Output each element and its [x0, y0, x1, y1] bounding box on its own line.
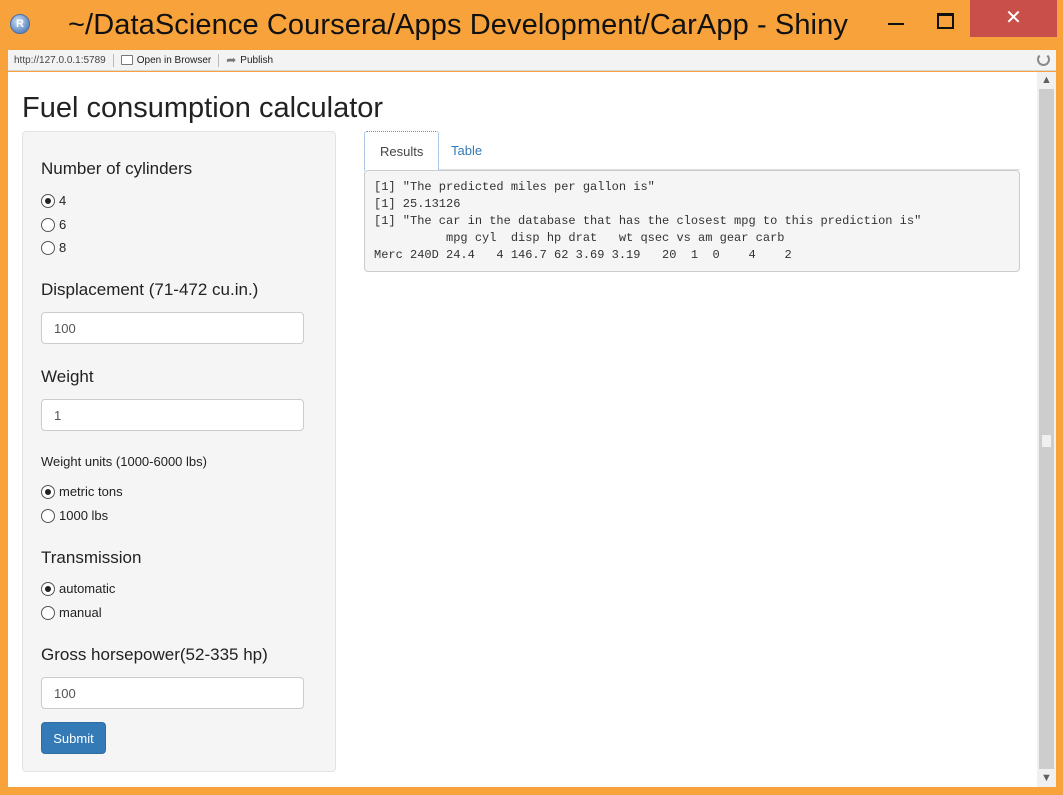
transmission-label: Transmission — [41, 548, 142, 567]
radio-label: manual — [59, 605, 102, 620]
output-line: [1] "The predicted miles per gallon is" — [374, 180, 655, 194]
publish-label: Publish — [240, 54, 274, 66]
radio-button[interactable] — [41, 217, 55, 232]
scroll-up-icon[interactable]: ▲ — [1037, 72, 1056, 89]
toolbar-divider — [218, 53, 220, 67]
radio-button[interactable] — [41, 581, 55, 596]
open-browser-icon — [120, 55, 133, 65]
open-in-browser-button[interactable]: Open in Browser — [120, 54, 212, 66]
radio-button[interactable] — [41, 605, 55, 620]
cylinders-option-4[interactable]: 4 — [41, 193, 66, 208]
sidebar-panel: Number of cylinders 4 6 8 Displacement (… — [22, 131, 336, 772]
radio-label: 8 — [59, 240, 67, 255]
displacement-label: Displacement (71-472 cu.in.) — [41, 280, 259, 299]
window-titlebar: R ~/DataScience Coursera/Apps Developmen… — [0, 0, 1063, 50]
radio-button[interactable] — [41, 240, 55, 255]
output-line: [1] 25.13126 — [374, 197, 461, 211]
radio-label: metric tons — [59, 484, 123, 499]
app-viewport: Fuel consumption calculator Number of cy… — [8, 72, 1037, 787]
r-app-icon: R — [10, 14, 30, 34]
output-line: Merc 240D 24.4 4 146.7 62 3.69 3.19 20 1… — [374, 248, 792, 262]
publish-button[interactable]: ➦ Publish — [226, 53, 273, 67]
open-in-browser-label: Open in Browser — [136, 54, 212, 66]
scroll-down-icon[interactable]: ▼ — [1037, 770, 1056, 787]
results-output: [1] "The predicted miles per gallon is" [… — [364, 170, 1020, 272]
vertical-scrollbar[interactable]: ▲ ▼ — [1037, 72, 1056, 787]
url-label[interactable]: http://127.0.0.1:5789 — [14, 55, 106, 66]
radio-button[interactable] — [41, 508, 55, 523]
page-title: Fuel consumption calculator — [22, 92, 384, 124]
output-line: mpg cyl disp hp drat wt qsec vs am gear … — [374, 231, 785, 245]
transmission-option-automatic[interactable]: automatic — [41, 581, 115, 596]
cylinders-label: Number of cylinders — [41, 159, 193, 178]
displacement-input[interactable] — [41, 312, 304, 344]
horsepower-input[interactable] — [41, 677, 304, 709]
tab-results[interactable]: Results — [364, 131, 440, 171]
toolbar-divider — [112, 53, 114, 67]
weight-units-option-metric[interactable]: metric tons — [41, 484, 123, 499]
transmission-option-manual[interactable]: manual — [41, 605, 102, 620]
window-title: ~/DataScience Coursera/Apps Development/… — [68, 9, 848, 41]
radio-button[interactable] — [41, 484, 55, 499]
close-icon: ✕ — [1005, 7, 1022, 29]
cylinders-option-8[interactable]: 8 — [41, 240, 66, 255]
horsepower-label: Gross horsepower(52-335 hp) — [41, 645, 268, 664]
weight-units-option-lbs[interactable]: 1000 lbs — [41, 508, 108, 523]
viewer-toolbar: http://127.0.0.1:5789 Open in Browser ➦ … — [8, 50, 1056, 71]
refresh-icon[interactable] — [1037, 53, 1050, 66]
radio-label: 6 — [59, 217, 67, 232]
radio-label: 4 — [59, 193, 67, 208]
minimize-button[interactable] — [872, 0, 918, 40]
output-tabs: Results Table — [364, 131, 1020, 171]
publish-icon: ➦ — [226, 53, 237, 67]
scrollbar-grip — [1042, 435, 1051, 447]
cylinders-option-6[interactable]: 6 — [41, 217, 66, 232]
submit-button[interactable]: Submit — [41, 722, 106, 754]
maximize-button[interactable] — [920, 0, 966, 40]
output-line: [1] "The car in the database that has th… — [374, 214, 922, 228]
radio-label: 1000 lbs — [59, 508, 109, 523]
radio-button[interactable] — [41, 193, 55, 208]
weight-units-label: Weight units (1000-6000 lbs) — [41, 454, 207, 469]
close-button[interactable]: ✕ — [970, 0, 1057, 37]
weight-label: Weight — [41, 367, 94, 386]
scrollbar-thumb[interactable] — [1039, 89, 1054, 769]
radio-label: automatic — [59, 581, 116, 596]
weight-input[interactable] — [41, 399, 304, 431]
tab-table[interactable]: Table — [436, 131, 497, 171]
